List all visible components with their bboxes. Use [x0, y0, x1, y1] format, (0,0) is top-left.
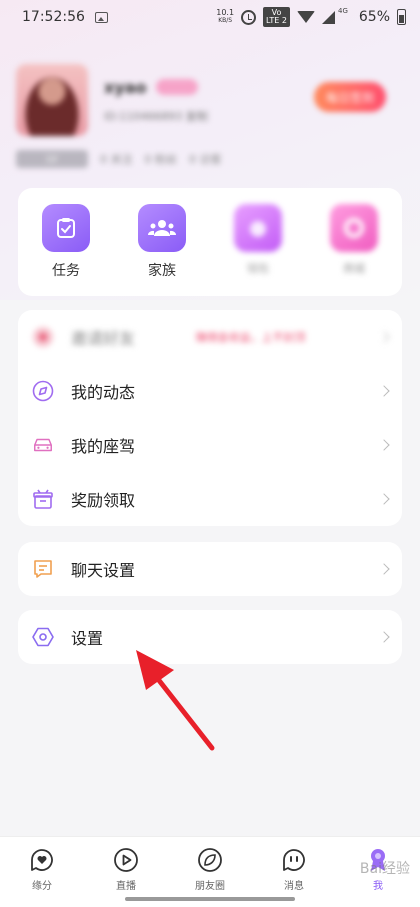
- play-icon: [113, 847, 139, 873]
- wallet-icon: [234, 204, 282, 252]
- stats-row: LV 0 关注 0 粉丝 0 访客: [16, 150, 222, 168]
- message-icon: [281, 847, 307, 873]
- group-icon: [138, 204, 186, 252]
- avatar[interactable]: [16, 64, 88, 136]
- nav-item-fate[interactable]: 缘分: [0, 837, 84, 907]
- feature-label: 商城: [343, 262, 365, 275]
- signal-icon: [321, 10, 335, 24]
- chevron-right-icon: [378, 563, 390, 575]
- car-icon: [32, 434, 54, 456]
- feature-wallet[interactable]: 钱包: [210, 188, 306, 296]
- feature-family[interactable]: 家族: [114, 188, 210, 296]
- home-indicator[interactable]: [125, 897, 295, 901]
- user-id: ID:110466893 复制: [104, 108, 208, 124]
- feature-grid: 任务 家族 钱包 商城: [18, 188, 402, 296]
- checkin-button[interactable]: 每日签到: [314, 82, 386, 112]
- watermark: Bai经验: [359, 861, 410, 877]
- chevron-right-icon: [378, 631, 390, 643]
- store-icon: [330, 204, 378, 252]
- profile-header: xyao ID:110466893 复制 每日签到 LV 0 关注 0 粉丝 0…: [16, 64, 404, 174]
- network-speed: 10.1 KB/S: [216, 9, 234, 25]
- invite-friends-row[interactable]: 邀请好友 赚佣金收益，上不封顶: [18, 310, 402, 364]
- stat-fans[interactable]: 0 粉丝: [145, 151, 178, 167]
- volte-bottom: LTE 2: [266, 16, 287, 25]
- nav-label: 缘分: [32, 881, 52, 892]
- feature-label: 家族: [148, 263, 176, 279]
- feature-label: 任务: [52, 263, 80, 279]
- heart-chat-icon: [29, 847, 55, 873]
- status-time: 17:52:56: [22, 9, 85, 25]
- nav-label: 我: [373, 881, 383, 892]
- nickname: xyao: [104, 78, 147, 97]
- clipboard-check-icon: [42, 204, 90, 252]
- menu-label: 聊天设置: [71, 561, 136, 580]
- gear-icon: [32, 626, 54, 648]
- menu-item-rewards[interactable]: 奖励领取: [18, 472, 402, 526]
- volte-icon: Vo LTE 2: [263, 7, 290, 27]
- gallery-icon: [94, 11, 108, 23]
- user-id-value: ID:110466893: [104, 110, 183, 123]
- gift-icon: [32, 488, 54, 510]
- annotation-arrow: [136, 650, 215, 751]
- menu-label: 奖励领取: [71, 491, 136, 510]
- compass-icon: [32, 380, 54, 402]
- menu-item-vehicle[interactable]: 我的座驾: [18, 418, 402, 472]
- wifi-icon: [296, 11, 315, 23]
- feature-task[interactable]: 任务: [18, 188, 114, 296]
- invite-note: 赚佣金收益，上不封顶: [195, 331, 306, 344]
- menu-item-moments[interactable]: 我的动态: [18, 364, 402, 418]
- alarm-icon: [241, 9, 257, 25]
- level-chip: LV: [16, 150, 88, 168]
- status-bar: 17:52:56 10.1 KB/S Vo LTE 2 4G 65%: [0, 0, 420, 34]
- menu-item-chat-settings[interactable]: 聊天设置: [18, 542, 402, 596]
- copy-id-link[interactable]: 复制: [186, 110, 208, 123]
- vip-badge: [156, 79, 198, 95]
- battery-level: 65%: [358, 9, 390, 25]
- invite-icon: [32, 326, 54, 348]
- chevron-right-icon: [378, 331, 390, 343]
- nav-label: 朋友圈: [195, 881, 225, 892]
- network-speed-value: 10.1: [216, 8, 235, 17]
- feature-label: 钱包: [247, 262, 269, 275]
- status-icons: 10.1 KB/S Vo LTE 2 4G 65%: [216, 7, 406, 27]
- menu-list-chat: 聊天设置: [18, 542, 402, 596]
- feature-store[interactable]: 商城: [306, 188, 402, 296]
- menu-list-primary: 邀请好友 赚佣金收益，上不封顶 我的动态 我的座驾 奖励领取: [18, 310, 402, 526]
- chevron-right-icon: [378, 439, 390, 451]
- network-speed-unit: KB/S: [218, 17, 233, 24]
- menu-label: 我的动态: [71, 383, 136, 402]
- leaf-icon: [197, 847, 223, 873]
- menu-label: 我的座驾: [71, 437, 136, 456]
- signal-type: 4G: [337, 7, 348, 15]
- chevron-right-icon: [378, 385, 390, 397]
- chevron-right-icon: [378, 493, 390, 505]
- stat-following[interactable]: 0 关注: [100, 151, 133, 167]
- nav-label: 直播: [116, 881, 136, 892]
- nav-label: 消息: [284, 881, 304, 892]
- battery-icon: [397, 9, 406, 25]
- invite-label: 邀请好友: [71, 329, 136, 348]
- menu-label: 设置: [71, 629, 104, 648]
- chat-bubble-icon: [32, 558, 54, 580]
- stat-visitors[interactable]: 0 访客: [189, 151, 222, 167]
